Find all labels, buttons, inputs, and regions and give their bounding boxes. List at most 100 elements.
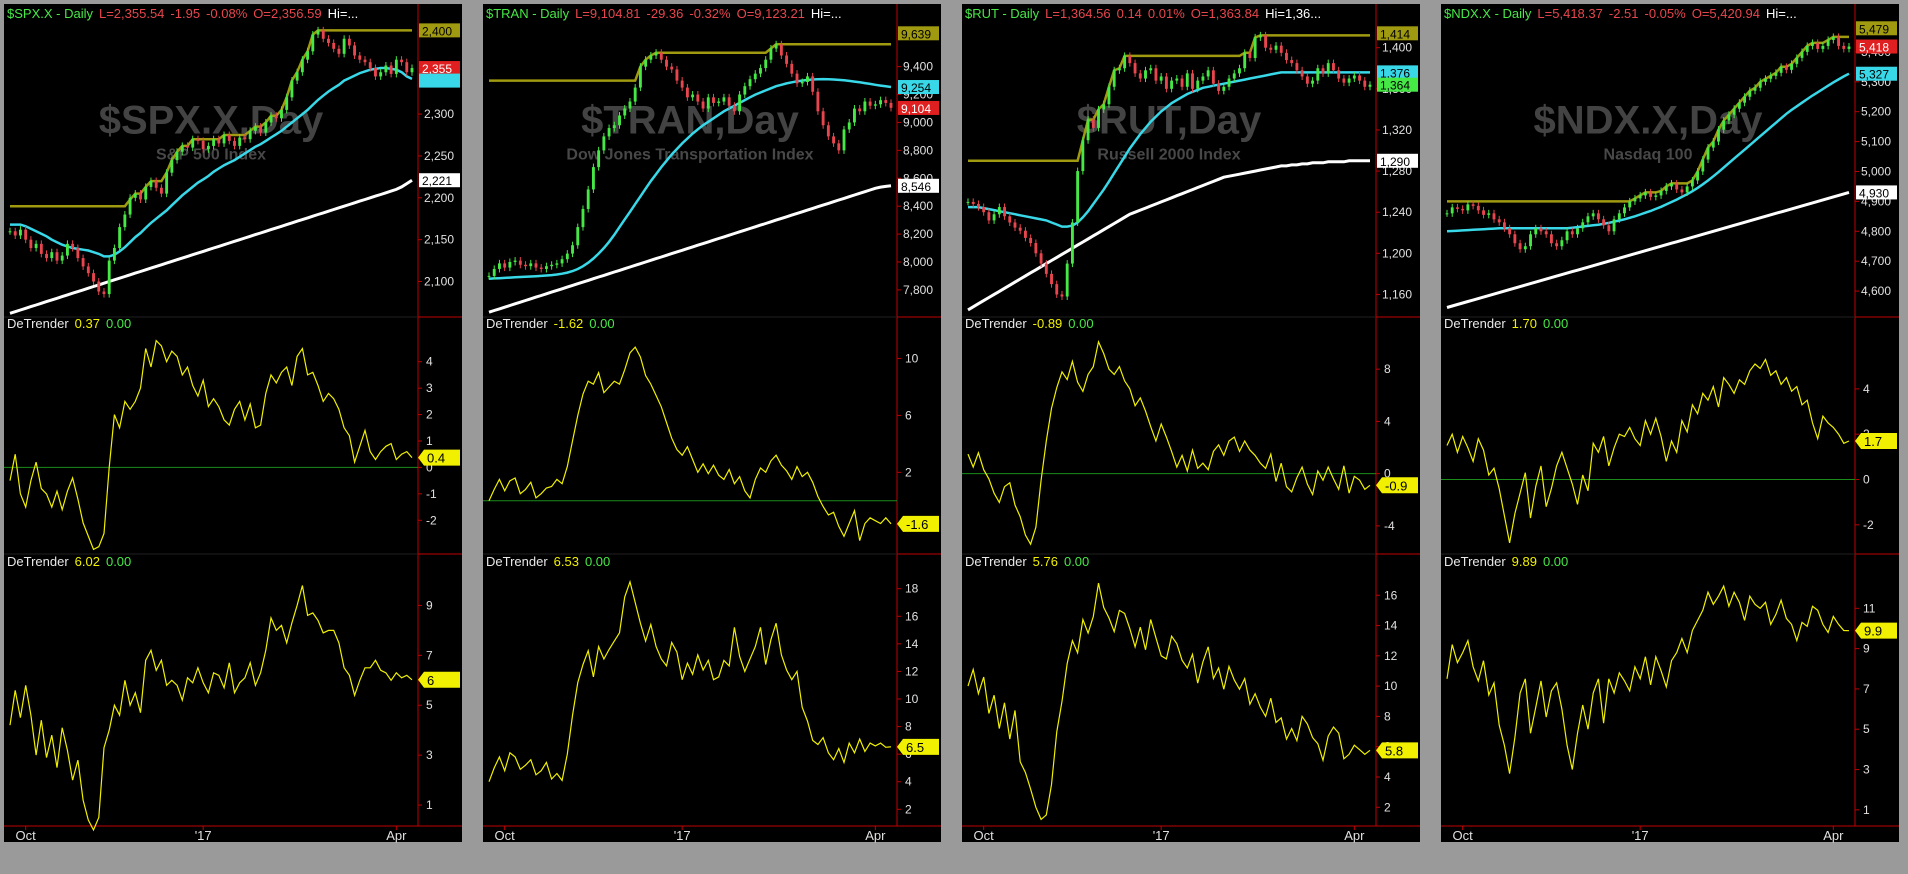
candle-body (992, 214, 996, 221)
candle-body (779, 44, 783, 56)
candle-body (712, 97, 715, 103)
candle-body (1831, 36, 1835, 40)
candle-body (971, 201, 975, 204)
candle-body (170, 160, 174, 173)
detrender-tag-label: 1.7 (1864, 434, 1882, 449)
indicator-tick-label: 5 (1863, 722, 1870, 736)
indicator-tick-label: 16 (1384, 588, 1398, 602)
price-tick-label: 2,300 (424, 107, 454, 121)
candle-body (1445, 213, 1449, 215)
time-tick-label: Oct (1453, 828, 1474, 843)
candle-body (503, 263, 507, 268)
candle-body (576, 227, 580, 246)
candle-body (764, 59, 768, 69)
candle-body (1258, 35, 1262, 38)
candle-body (1623, 207, 1626, 214)
candle-body (92, 273, 95, 282)
candle-body (1607, 225, 1611, 232)
indicator-tick-label: 10 (905, 692, 919, 706)
time-tick-label: Oct (495, 828, 516, 843)
candle-body (529, 263, 533, 267)
detrender-tag-label: 0.4 (427, 451, 445, 466)
candle-body (1138, 73, 1142, 79)
candle-body (1097, 109, 1100, 128)
candle-body (50, 252, 54, 259)
candle-body (238, 137, 242, 146)
candle-body (1555, 243, 1559, 247)
header-change: -2.51 (1609, 6, 1639, 21)
candle-body (1159, 76, 1163, 81)
candle-body (873, 104, 877, 106)
header-open: O=9,123.21 (737, 6, 805, 21)
candle-body (1529, 234, 1532, 247)
header-hi: Hi=... (1766, 6, 1797, 21)
detrender-tag-label: 6 (427, 673, 434, 688)
candle-body (400, 59, 403, 63)
indicator-tick-label: 10 (1384, 679, 1398, 693)
candle-body (738, 94, 742, 112)
detrender-change: 0.00 (1543, 554, 1568, 569)
candle-body (1290, 60, 1294, 64)
candle-body (492, 268, 496, 276)
price-tick-label: 7,800 (903, 283, 933, 297)
candle-body (654, 52, 658, 56)
candle-body (327, 38, 330, 43)
candle-body (264, 122, 268, 133)
candle-body (45, 253, 48, 259)
indicator-tick-label: 2 (426, 408, 433, 422)
candle-body (1175, 78, 1179, 81)
candle-body (1758, 81, 1762, 88)
candle-body (1816, 42, 1820, 49)
detrender-tag-label: 5.8 (1385, 743, 1403, 758)
indicator-tick-label: 18 (905, 582, 919, 596)
header-last: L=1,364.56 (1045, 6, 1110, 21)
candle-body (118, 227, 122, 249)
candle-body (1102, 104, 1106, 110)
indicator-tick-label: 4 (1384, 770, 1391, 784)
candle-body (774, 44, 778, 49)
candle-body (410, 68, 414, 73)
time-tick-label: Apr (865, 828, 886, 843)
indicator-tick-label: 3 (426, 381, 433, 395)
candle-body (1476, 205, 1480, 211)
candle-body (1023, 230, 1027, 238)
chart-panel-3: $NDX.X,DayNasdaq 1005,4005,3005,2005,100… (1441, 4, 1899, 843)
candle-body (565, 253, 569, 260)
header-pct: 0.01% (1148, 6, 1185, 21)
candle-body (175, 151, 179, 161)
time-tick-label: Oct (16, 828, 37, 843)
indicator-tick-label: 8 (905, 720, 912, 734)
price-tick-label: 4,800 (1861, 224, 1891, 238)
candle-body (1363, 80, 1367, 87)
candle-body (1696, 171, 1700, 181)
candle-body (1847, 46, 1851, 49)
candle-body (1060, 294, 1064, 297)
candle-body (274, 115, 278, 119)
candle-body (1274, 45, 1278, 50)
detrender-value: 6.02 (75, 554, 100, 569)
candle-body (498, 263, 501, 269)
price-tick-label: 9,000 (903, 115, 933, 129)
detrender-change: 0.00 (1543, 316, 1568, 331)
candle-body (832, 136, 836, 144)
candle-body (1461, 208, 1465, 211)
header-pct: -0.05% (1645, 6, 1687, 21)
price-tag-label: 9,254 (901, 81, 931, 95)
candle-body (1185, 73, 1189, 87)
candle-body (1633, 198, 1637, 202)
candle-body (644, 59, 648, 67)
price-tag-label: 1,414 (1380, 27, 1410, 41)
detrender-value: 9.89 (1512, 554, 1537, 569)
candle-body (295, 72, 299, 81)
candle-body (1081, 140, 1085, 172)
candle-body (39, 243, 43, 254)
candle-body (1612, 219, 1616, 232)
price-tick-label: 2,250 (424, 149, 454, 163)
candle-body (586, 189, 590, 209)
candle-body (1253, 37, 1257, 58)
detrender-name: DeTrender (7, 554, 69, 569)
candle-body (321, 30, 325, 39)
indicator-tick-label: 5 (426, 698, 433, 712)
detrender-value: 1.70 (1512, 316, 1537, 331)
price-tag-label: 8,546 (901, 180, 931, 194)
